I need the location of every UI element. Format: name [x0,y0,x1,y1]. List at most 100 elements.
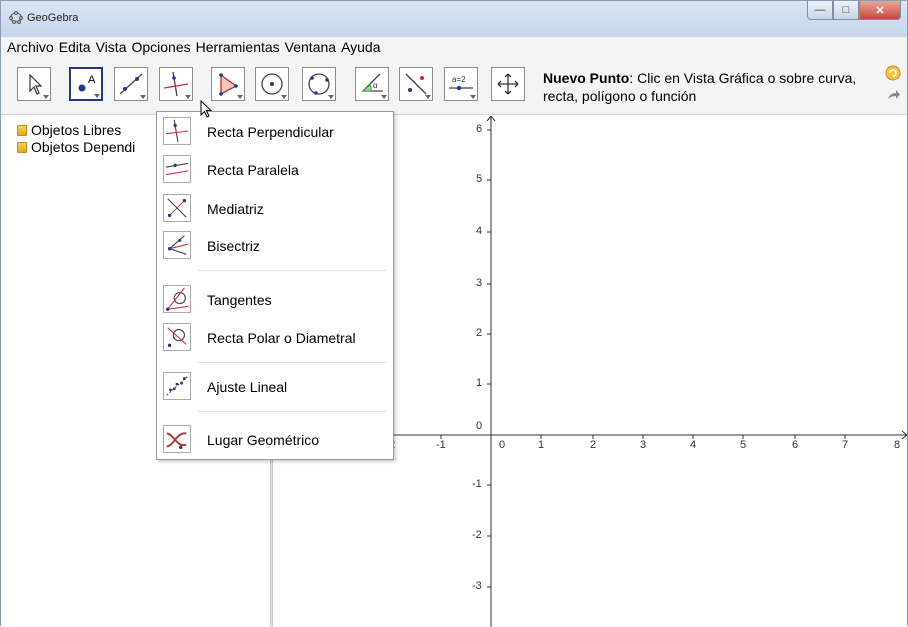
menu-item-label: Recta Polar o Diametral [207,330,356,346]
tool-slider-button[interactable]: a=2 [444,67,478,101]
x-tick-label: 1 [538,439,545,451]
algebra-folder-label: Objetos Dependi [31,139,136,155]
locus-icon [163,425,191,453]
menu-item-label: Recta Perpendicular [207,124,334,140]
undo-icon[interactable] [885,65,901,81]
y-tick-label: 1 [476,377,483,389]
menu-item-lugar-geometrico[interactable]: Lugar Geométrico [157,422,393,458]
x-tick-label: 2 [590,439,597,451]
menu-item-tangentes[interactable]: Tangentes [157,282,393,318]
menu-herramientas[interactable]: Herramientas [194,37,283,57]
y-tick-label: -1 [472,478,482,490]
tool-move-view-button[interactable] [491,67,525,101]
menu-separator [197,411,387,412]
menu-item-label: Tangentes [207,292,272,308]
maximize-button[interactable]: □ [833,1,859,20]
x-tick-label: 3 [640,439,647,451]
menu-opciones[interactable]: Opciones [129,37,193,57]
y-tick-label: 6 [476,123,483,135]
algebra-folder-label: Objetos Libres [31,122,122,138]
parallel-line-icon [163,155,191,183]
svg-text:A: A [88,74,96,86]
y-tick-label: -2 [472,529,482,541]
algebra-folder-free-objects[interactable]: Objetos Libres [17,122,121,138]
tool-menu-triangle [381,95,387,99]
menu-item-label: Ajuste Lineal [207,379,288,395]
x-tick-label: 5 [740,439,747,451]
menu-item-ajuste-lineal[interactable]: Ajuste Lineal [157,369,393,405]
best-fit-line-icon [163,372,191,400]
tool-menu-triangle [470,95,476,99]
tool-reflect-button[interactable] [399,67,433,101]
svg-text:α: α [373,81,378,90]
tool-line-button[interactable] [114,67,148,101]
menu-item-bisectriz[interactable]: Bisectriz [157,228,393,264]
tool-perpendicular-button[interactable] [159,67,193,101]
tool-move-button[interactable] [17,67,51,101]
toolbar: A α a=2 Nuevo Punto: Clic en Vista Gráfi… [1,57,907,115]
menu-separator [197,270,387,271]
menu-item-label: Mediatriz [207,201,264,217]
tangents-icon [163,285,191,313]
tool-menu-triangle [281,95,287,99]
close-button[interactable]: ✕ [859,1,901,20]
menu-item-recta-paralela[interactable]: Recta Paralela [157,152,393,188]
geogebra-window: GeoGebra — □ ✕ Archivo Edita Vista Opcio… [0,0,908,627]
tool-menu-triangle [185,95,191,99]
folder-icon [17,141,27,153]
menu-item-recta-polar[interactable]: Recta Polar o Diametral [157,320,393,356]
menu-archivo[interactable]: Archivo [5,37,57,57]
window-title: GeoGebra [27,12,79,24]
slider-icon-label: a=2 [452,75,466,84]
tool-menu-triangle [94,94,100,98]
y-tick-label: 4 [476,225,483,237]
tool-menu-triangle [425,95,431,99]
angle-bisector-icon [163,231,191,259]
menu-ventana[interactable]: Ventana [283,37,339,57]
tool-angle-button[interactable]: α [355,67,389,101]
menu-bar: Archivo Edita Vista Opciones Herramienta… [1,37,907,57]
title-bar: GeoGebra — □ ✕ [1,1,907,37]
minimize-icon: — [814,4,826,16]
folder-icon [17,124,27,136]
tool-help-text: Nuevo Punto: Clic en Vista Gráfica o sob… [543,69,873,105]
tool-help-title: Nuevo Punto [543,70,630,86]
perpendicular-bisector-icon [163,194,191,222]
x-tick-label: -1 [436,439,446,451]
menu-vista[interactable]: Vista [94,37,130,57]
tool-dropdown-menu: Recta Perpendicular Recta Paralela Media… [156,111,394,460]
perpendicular-line-icon [163,117,191,145]
menu-item-label: Recta Paralela [207,162,299,178]
menu-ayuda[interactable]: Ayuda [339,37,383,57]
y-tick-label: 5 [476,173,483,185]
x-tick-label: 6 [792,439,799,451]
geogebra-logo-icon [9,11,23,24]
move-view-icon [497,73,519,95]
polar-line-icon [163,323,191,351]
menu-item-recta-perpendicular[interactable]: Recta Perpendicular [157,114,393,150]
tool-polygon-button[interactable] [211,67,245,101]
minimize-button[interactable]: — [807,1,833,20]
x-tick-label: 4 [690,439,697,451]
redo-icon[interactable] [885,87,901,103]
y-tick-label: 0 [476,420,483,432]
close-icon: ✕ [875,4,885,17]
maximize-icon: □ [842,4,850,16]
y-tick-label: 2 [476,327,483,339]
x-tick-label: 7 [842,439,849,451]
tool-circle-three-points-button[interactable] [302,67,336,101]
tool-menu-triangle [328,95,334,99]
menu-item-label: Lugar Geométrico [207,432,320,448]
tool-new-point-button[interactable]: A [69,67,103,101]
y-tick-label: -3 [472,580,482,592]
algebra-folder-dependent-objects[interactable]: Objetos Dependi [17,139,135,155]
tool-circle-button[interactable] [255,67,289,101]
x-tick-label: 0 [499,439,506,451]
tool-menu-triangle [140,95,146,99]
menu-edita[interactable]: Edita [57,37,94,57]
mouse-cursor-icon [200,100,213,118]
x-tick-label: 8 [894,439,901,451]
tool-menu-triangle [43,95,49,99]
menu-item-mediatriz[interactable]: Mediatriz [157,191,393,227]
tool-menu-triangle [237,95,243,99]
